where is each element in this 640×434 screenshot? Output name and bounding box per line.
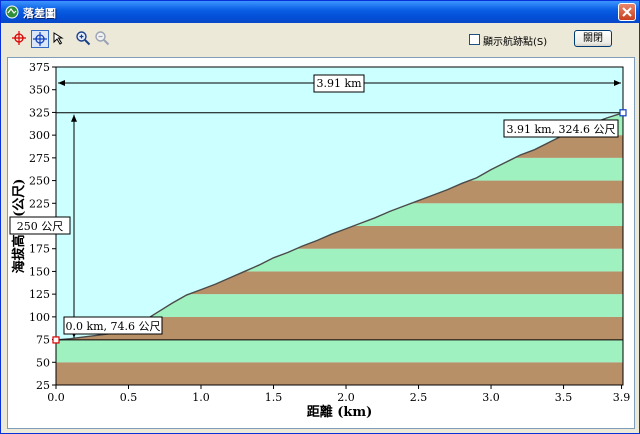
zoom-out-icon: [95, 31, 110, 46]
y-tick-label: 225: [29, 197, 50, 210]
elevation-band: [56, 362, 623, 385]
close-button[interactable]: 關閉: [574, 30, 612, 47]
x-axis-label: 距離 (km): [307, 404, 373, 420]
y-tick-label: 125: [29, 288, 50, 301]
y-tick-label: 250: [29, 175, 50, 188]
y-tick-label: 150: [29, 265, 50, 278]
app-icon: [5, 5, 19, 19]
zoom-out-button[interactable]: [94, 30, 112, 48]
y-tick-label: 325: [29, 106, 50, 119]
y-tick-label: 75: [36, 334, 50, 347]
start-marker[interactable]: [52, 336, 60, 344]
x-tick-label: 2.5: [410, 391, 428, 404]
x-tick-label: 1.0: [192, 391, 210, 404]
crosshair-blue-icon: [33, 32, 47, 46]
y-tick-label: 300: [29, 129, 50, 142]
y-tick-label: 100: [29, 311, 50, 324]
profile-window: 落差圖 顯示航跡點(S) 關閉 25 50 75 100 125 150 175…: [0, 0, 640, 434]
chart-area: 2550751001251501752002252502753003253503…: [7, 57, 635, 429]
x-tick-label: 2.0: [337, 391, 355, 404]
close-icon: [622, 7, 632, 17]
y-tick-label: 375: [29, 61, 50, 74]
start-label: 0.0 km, 74.6 公尺: [65, 320, 160, 333]
y-tick-label: 275: [29, 152, 50, 165]
x-tick-label: 3.0: [482, 391, 500, 404]
y-tick-label: 50: [36, 356, 50, 369]
show-waypoints-checkbox[interactable]: [469, 34, 480, 45]
x-tick-label: 3.5: [555, 391, 573, 404]
y-tick-label: 175: [29, 243, 50, 256]
crosshair-blue-button[interactable]: [31, 30, 49, 48]
x-tick-label: 1.5: [265, 391, 283, 404]
x-tick-label: 0.5: [120, 391, 138, 404]
close-window-button[interactable]: [618, 3, 636, 21]
y-tick-label: 350: [29, 84, 50, 97]
end-label: 3.91 km, 324.6 公尺: [506, 123, 615, 136]
x-tick-label: 0.0: [47, 391, 65, 404]
show-waypoints-label: 顯示航跡點(S): [483, 37, 548, 48]
title-bar[interactable]: 落差圖: [1, 1, 639, 23]
zoom-in-button[interactable]: [75, 30, 93, 48]
elevation-profile-chart[interactable]: 2550751001251501752002252502753003253503…: [8, 58, 634, 428]
pointer-tool-icon: [53, 32, 64, 45]
window-title: 落差圖: [23, 7, 56, 20]
end-marker[interactable]: [619, 109, 627, 117]
pointer-tool-button[interactable]: [51, 30, 69, 48]
distance-label: 3.91 km: [316, 77, 362, 90]
gain-label: 250 公尺: [17, 220, 64, 233]
x-tick-label: 3.9: [613, 391, 631, 404]
crosshair-red-icon: [12, 31, 26, 45]
zoom-in-icon: [76, 31, 91, 46]
crosshair-red-button[interactable]: [11, 30, 29, 48]
elevation-band: [56, 339, 623, 363]
